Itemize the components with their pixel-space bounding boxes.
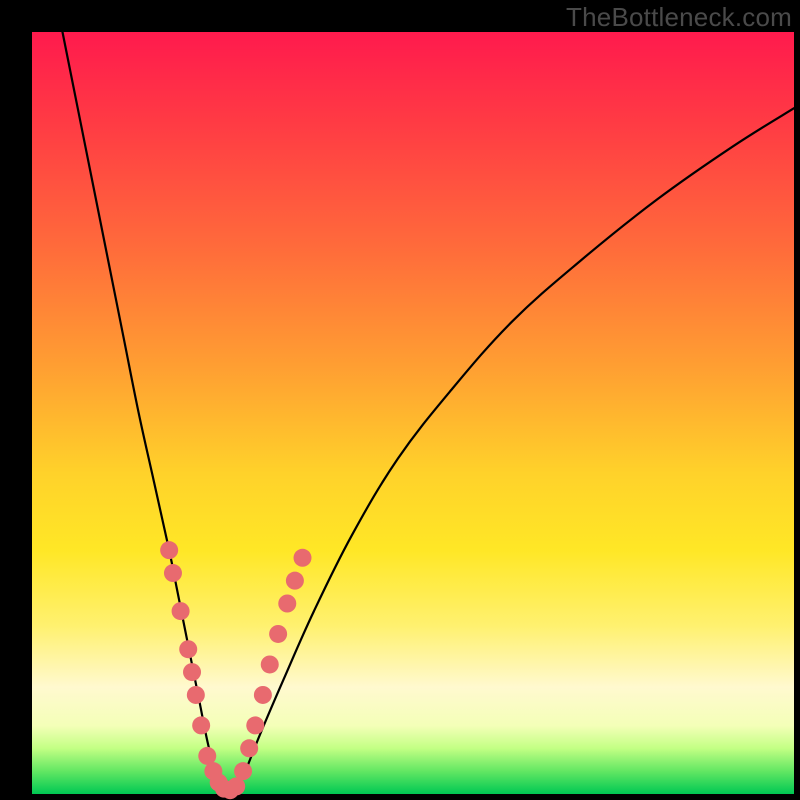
curve-marker	[246, 716, 264, 734]
curve-marker	[261, 655, 279, 673]
chart-frame: TheBottleneck.com	[0, 0, 800, 800]
curve-marker	[278, 595, 296, 613]
curve-marker	[269, 625, 287, 643]
curve-marker	[183, 663, 201, 681]
curve-marker	[179, 640, 197, 658]
bottleneck-curve	[62, 32, 794, 790]
curve-marker	[160, 541, 178, 559]
curve-markers	[160, 541, 311, 799]
curve-marker	[286, 572, 304, 590]
curve-marker	[172, 602, 190, 620]
curve-marker	[254, 686, 272, 704]
curve-marker	[234, 762, 252, 780]
curve-marker	[192, 716, 210, 734]
curve-marker	[240, 739, 258, 757]
chart-svg	[0, 0, 800, 800]
curve-marker	[187, 686, 205, 704]
curve-marker	[294, 549, 312, 567]
curve-marker	[164, 564, 182, 582]
